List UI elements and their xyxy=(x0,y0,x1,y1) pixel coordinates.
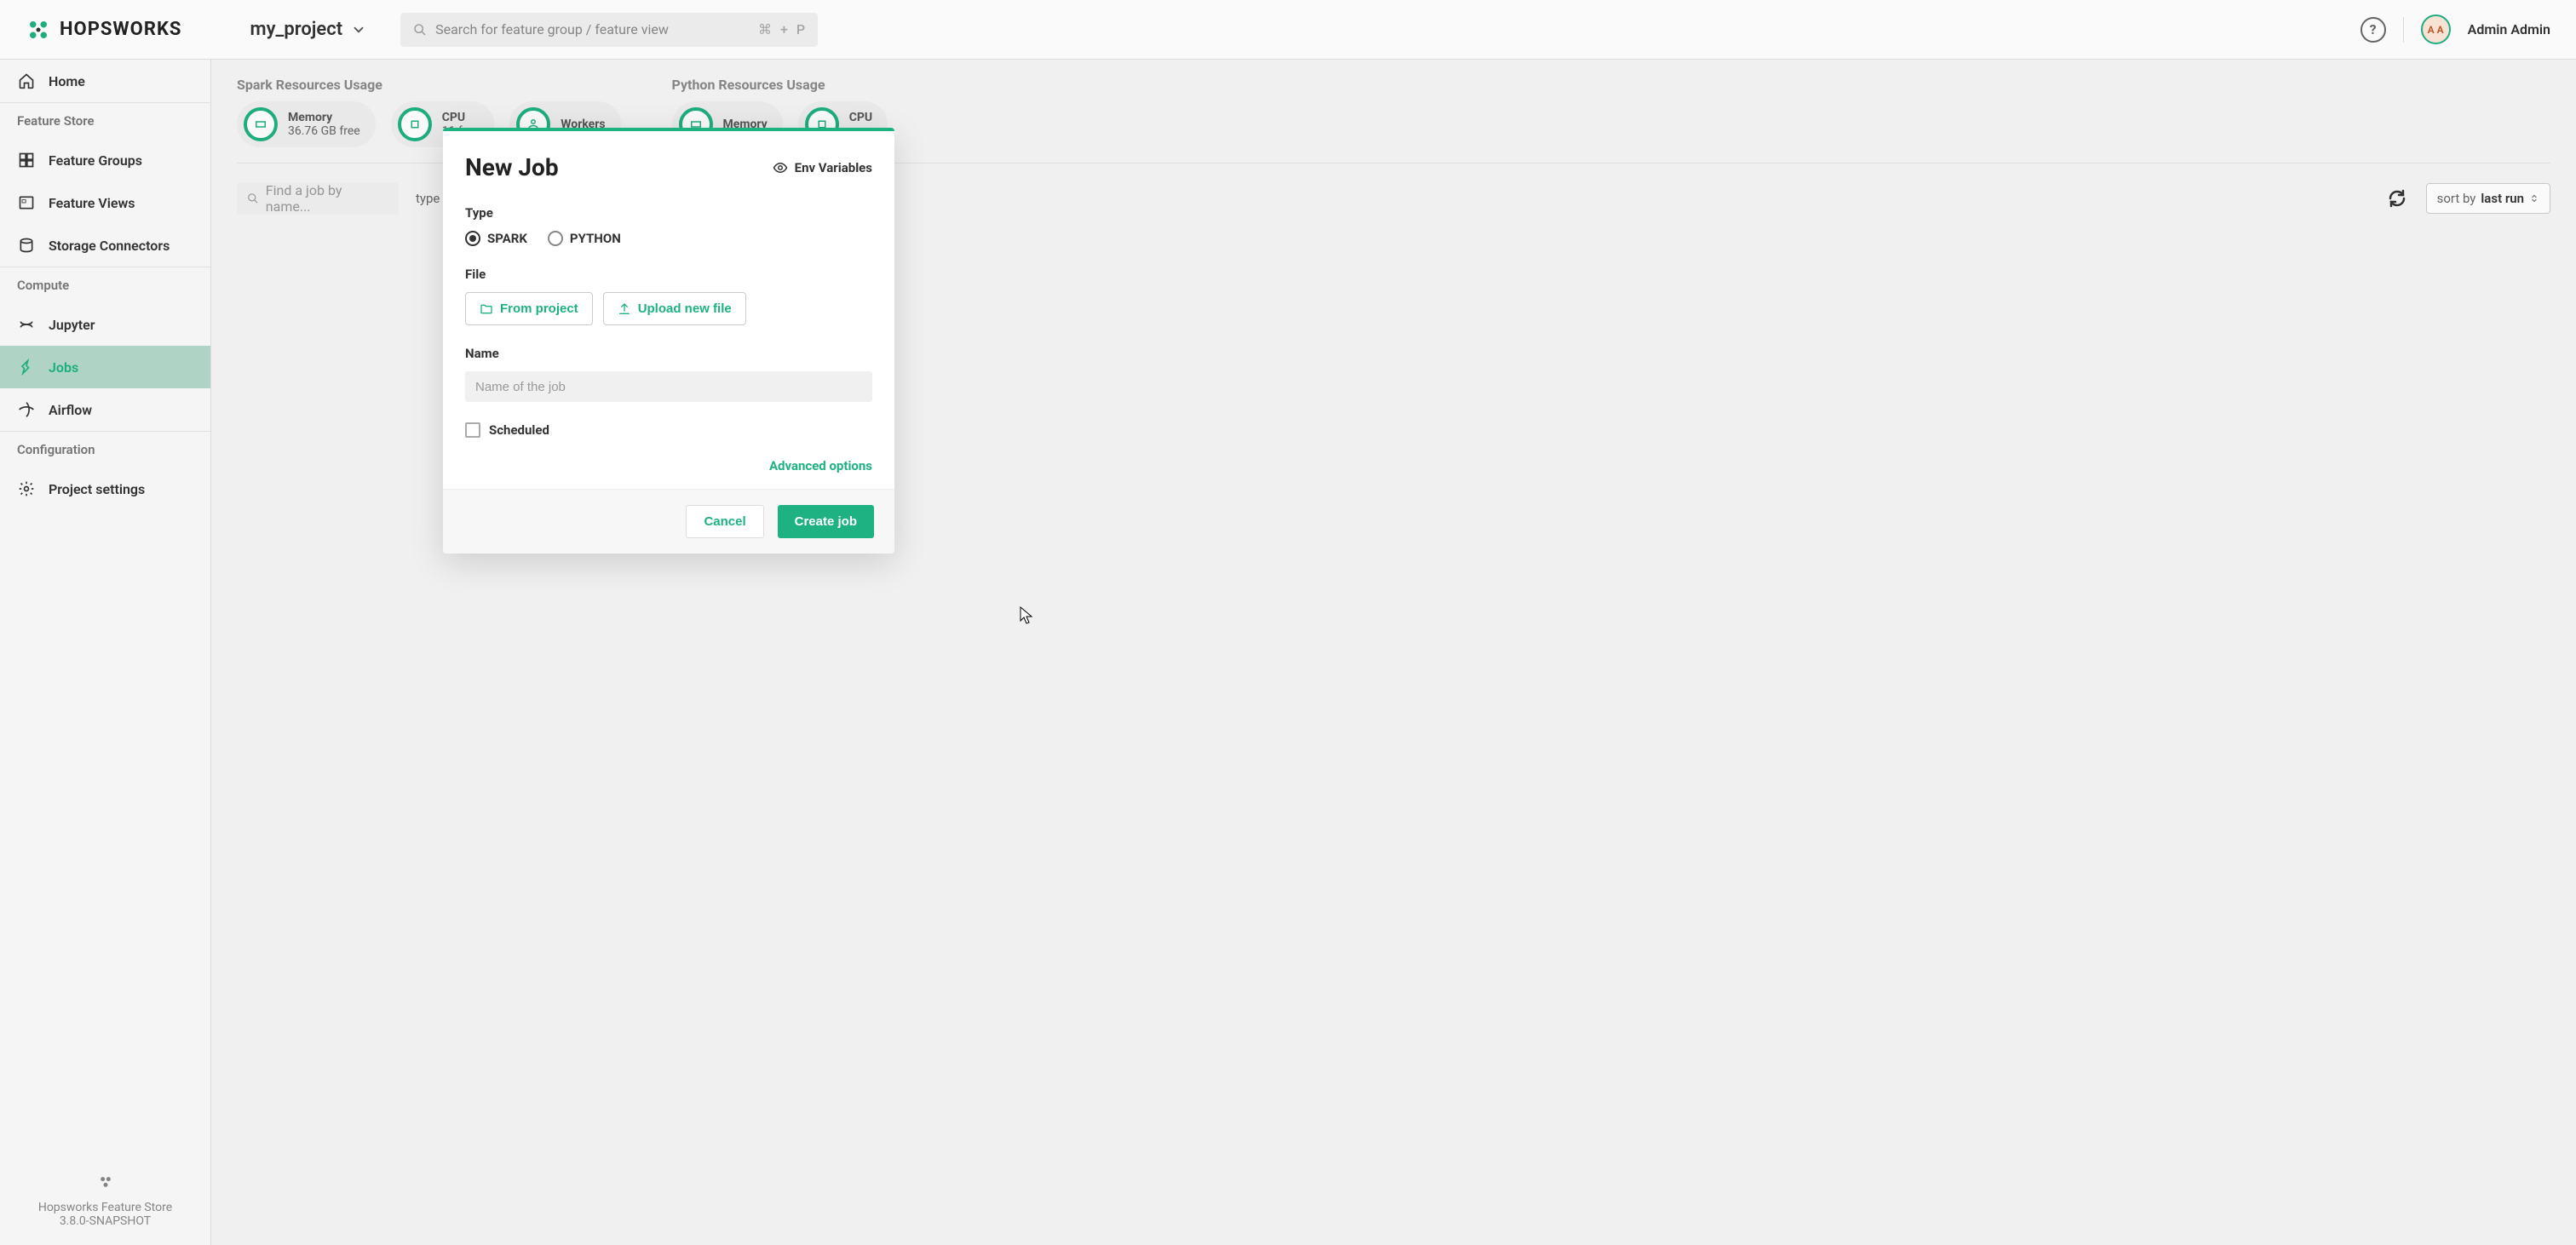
sidebar: Home Feature Store Feature Groups Featur… xyxy=(0,60,211,1245)
type-label: type xyxy=(416,191,440,206)
username-label: Admin Admin xyxy=(2468,21,2550,37)
checkbox-box xyxy=(465,422,480,438)
sidebar-item-project-settings[interactable]: Project settings xyxy=(0,468,210,510)
radio-python-label: PYTHON xyxy=(570,231,621,246)
file-field-label: File xyxy=(465,267,872,282)
sidebar-item-jobs[interactable]: Jobs xyxy=(0,346,210,388)
feature-groups-icon xyxy=(17,151,36,169)
sidebar-label: Home xyxy=(49,73,85,89)
memory-value: 36.76 GB free xyxy=(288,124,360,138)
env-variables-button[interactable]: Env Variables xyxy=(773,160,872,175)
global-search[interactable]: Search for feature group / feature view … xyxy=(400,13,818,47)
sidebar-item-feature-views[interactable]: Feature Views xyxy=(0,181,210,224)
search-shortcut: ⌘ + P xyxy=(758,21,805,37)
hopsworks-small-icon xyxy=(97,1173,114,1190)
radio-circle-unchecked xyxy=(548,231,563,246)
from-project-button[interactable]: From project xyxy=(465,292,593,325)
jobs-icon xyxy=(17,358,36,376)
sidebar-label: Feature Groups xyxy=(49,152,142,169)
advanced-options-link[interactable]: Advanced options xyxy=(465,458,872,473)
create-job-button[interactable]: Create job xyxy=(778,505,874,538)
spark-memory-card: Memory 36.76 GB free xyxy=(237,101,376,147)
sort-label: sort by xyxy=(2437,191,2476,206)
search-icon xyxy=(247,192,259,204)
job-search-placeholder: Find a job by name... xyxy=(266,182,388,215)
sidebar-label: Storage Connectors xyxy=(49,238,170,254)
py-cpu-label: CPU xyxy=(849,111,872,124)
radio-circle-checked xyxy=(465,231,480,246)
gear-icon xyxy=(17,479,36,498)
name-field-label: Name xyxy=(465,346,872,361)
sidebar-item-feature-groups[interactable]: Feature Groups xyxy=(0,139,210,181)
radio-spark-label: SPARK xyxy=(487,231,527,246)
chevron-down-icon xyxy=(351,22,366,37)
airflow-icon xyxy=(17,400,36,419)
refresh-icon xyxy=(2387,188,2407,209)
upload-file-label: Upload new file xyxy=(638,301,732,316)
sidebar-label: Jupyter xyxy=(49,317,95,333)
scheduled-label: Scheduled xyxy=(489,422,549,438)
memory-label: Memory xyxy=(288,111,360,124)
folder-icon xyxy=(480,302,493,316)
help-icon[interactable]: ? xyxy=(2360,17,2386,43)
sidebar-section-feature-store: Feature Store xyxy=(0,102,210,139)
sort-value: last run xyxy=(2481,191,2524,206)
sidebar-label: Project settings xyxy=(49,481,145,497)
upload-icon xyxy=(618,302,631,316)
storage-icon xyxy=(17,236,36,255)
type-field-label: Type xyxy=(465,205,872,221)
sidebar-item-storage-connectors[interactable]: Storage Connectors xyxy=(0,224,210,267)
scheduled-checkbox[interactable]: Scheduled xyxy=(465,422,872,438)
hopsworks-logo-icon xyxy=(26,17,51,43)
eye-icon xyxy=(773,160,788,175)
env-vars-label: Env Variables xyxy=(795,160,872,175)
sidebar-section-configuration: Configuration xyxy=(0,431,210,468)
jupyter-icon xyxy=(17,315,36,334)
mouse-cursor-icon xyxy=(1020,606,1033,625)
memory-chip-icon xyxy=(244,107,278,141)
cancel-button[interactable]: Cancel xyxy=(686,505,763,538)
logo[interactable]: HOPSWORKS xyxy=(26,17,181,43)
radio-spark[interactable]: SPARK xyxy=(465,231,527,246)
modal-footer: Cancel Create job xyxy=(443,489,894,554)
sidebar-item-jupyter[interactable]: Jupyter xyxy=(0,303,210,346)
app-header: HOPSWORKS my_project Search for feature … xyxy=(0,0,2576,60)
refresh-button[interactable] xyxy=(2383,185,2411,212)
home-icon xyxy=(17,72,36,90)
feature-views-icon xyxy=(17,193,36,212)
search-placeholder: Search for feature group / feature view xyxy=(435,21,758,37)
project-selector[interactable]: my_project xyxy=(250,19,366,40)
sidebar-item-home[interactable]: Home xyxy=(0,60,210,102)
sidebar-section-compute: Compute xyxy=(0,267,210,303)
footer-version: 3.8.0-SNAPSHOT xyxy=(17,1214,193,1228)
sidebar-label: Jobs xyxy=(49,359,78,376)
sidebar-item-airflow[interactable]: Airflow xyxy=(0,388,210,431)
avatar[interactable]: A A xyxy=(2421,14,2451,44)
spark-title: Spark Resources Usage xyxy=(237,77,621,93)
project-name: my_project xyxy=(250,19,342,40)
divider xyxy=(2403,17,2404,43)
from-project-label: From project xyxy=(500,301,578,316)
header-right: ? A A Admin Admin xyxy=(2360,14,2550,44)
cpu-chip-icon xyxy=(398,107,432,141)
python-title: Python Resources Usage xyxy=(672,77,888,93)
sort-arrows-icon xyxy=(2529,193,2539,204)
brand-text: HOPSWORKS xyxy=(60,19,181,40)
job-search-input[interactable]: Find a job by name... xyxy=(237,182,399,215)
radio-python[interactable]: PYTHON xyxy=(548,231,621,246)
sidebar-label: Airflow xyxy=(49,402,92,418)
new-job-modal: New Job Env Variables Type SPARK PYTHON … xyxy=(443,128,894,554)
footer-product: Hopsworks Feature Store xyxy=(17,1201,193,1214)
upload-file-button[interactable]: Upload new file xyxy=(603,292,746,325)
cpu-label: CPU xyxy=(442,111,480,124)
sidebar-label: Feature Views xyxy=(49,195,135,211)
modal-title: New Job xyxy=(465,153,559,181)
sort-select[interactable]: sort by last run xyxy=(2426,183,2550,214)
job-name-input[interactable] xyxy=(465,371,872,402)
sidebar-footer: Hopsworks Feature Store 3.8.0-SNAPSHOT xyxy=(0,1156,210,1245)
search-icon xyxy=(413,23,427,37)
